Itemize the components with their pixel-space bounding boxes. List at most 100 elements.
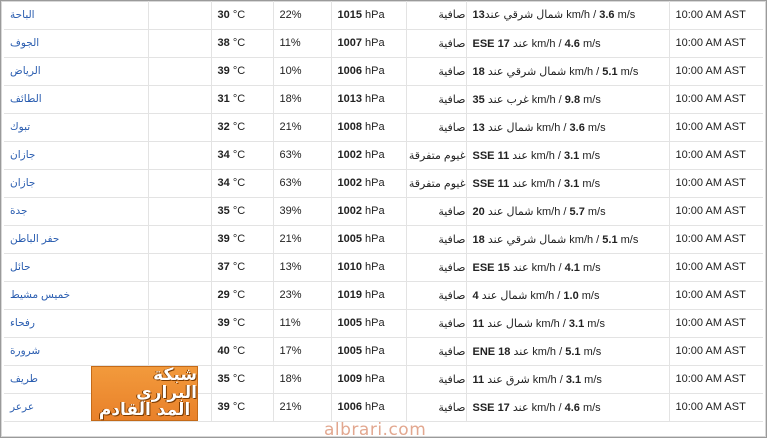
- network-logo-stamp: شبكة البراري المد القادم: [91, 366, 198, 421]
- wind-ms-unit: m/s: [617, 233, 639, 246]
- observation-time-cell: 10:00 AM AST: [669, 197, 763, 226]
- table-row: الرياض 39 °C 10% 1006 hPa صافية 18 شمال شرقي …: [4, 57, 763, 86]
- humidity-cell: 21%: [273, 393, 332, 422]
- humidity-cell: 23%: [273, 281, 332, 310]
- wind-cell: 20 شمال عند km/h / 5.7 m/s: [466, 197, 670, 226]
- wind-direction-text: غرب عند km/h /: [484, 93, 565, 106]
- city-cell: شرورة: [4, 337, 149, 366]
- pressure-value: 1008: [337, 121, 362, 133]
- pressure-unit: hPa: [365, 177, 385, 189]
- empty-cell: [148, 169, 212, 198]
- pressure-value: 1009: [337, 373, 362, 385]
- humidity-value: 11%: [279, 37, 301, 49]
- city-cell: حائل: [4, 253, 149, 282]
- city-link[interactable]: خميس مشيط: [10, 289, 70, 301]
- temperature-unit: °C: [232, 65, 246, 77]
- pressure-unit: hPa: [365, 289, 385, 301]
- condition-cell: صافية: [406, 225, 467, 254]
- humidity-cell: 39%: [273, 197, 332, 226]
- empty-cell: [148, 141, 212, 170]
- wind-speed-kmh: 11: [472, 373, 485, 386]
- wind-speed-kmh: ENE 18: [472, 345, 511, 358]
- city-link[interactable]: الطائف: [10, 93, 42, 105]
- observation-time: 10:00 AM AST: [675, 233, 746, 245]
- city-link[interactable]: جازان: [10, 149, 35, 161]
- observation-time: 10:00 AM AST: [675, 401, 746, 413]
- city-cell: جازان: [4, 169, 149, 198]
- pressure-unit: hPa: [365, 317, 385, 329]
- city-cell: حفر الباطن: [4, 225, 149, 254]
- empty-cell: [148, 281, 212, 310]
- observation-time: 10:00 AM AST: [675, 37, 746, 49]
- wind-speed-ms: 3.6: [599, 9, 615, 22]
- humidity-value: 63%: [279, 177, 302, 189]
- observation-time-cell: 10:00 AM AST: [669, 309, 763, 338]
- temperature-cell: 29 °C: [211, 281, 274, 310]
- stamp-line-2: المد القادم: [98, 400, 191, 421]
- city-link[interactable]: حفر الباطن: [10, 233, 59, 245]
- observation-time-cell: 10:00 AM AST: [669, 281, 763, 310]
- wind-direction-text: عند km/h /: [509, 401, 565, 414]
- pressure-unit: hPa: [365, 401, 385, 413]
- temperature-unit: °C: [232, 401, 246, 413]
- temperature-unit: °C: [232, 289, 246, 301]
- city-link[interactable]: جدة: [10, 205, 28, 217]
- temperature-cell: 39 °C: [211, 309, 274, 338]
- humidity-cell: 18%: [273, 365, 332, 394]
- city-link[interactable]: رفحاء: [10, 317, 35, 329]
- wind-speed-kmh: 20: [472, 205, 485, 218]
- city-cell: الطائف: [4, 85, 149, 114]
- condition-cell: صافية: [406, 85, 467, 114]
- humidity-cell: 63%: [273, 169, 332, 198]
- temperature-value: 38: [217, 37, 230, 49]
- pressure-cell: 1006 hPa: [331, 393, 407, 422]
- condition-text: صافية: [438, 261, 466, 274]
- empty-cell: [148, 1, 212, 30]
- condition-text: صافية: [438, 373, 466, 386]
- temperature-cell: 35 °C: [211, 365, 274, 394]
- pressure-unit: hPa: [365, 261, 385, 273]
- city-link[interactable]: تبوك: [10, 121, 30, 133]
- wind-speed-ms: 3.1: [565, 373, 582, 386]
- city-link[interactable]: عرعر: [10, 401, 34, 413]
- empty-cell: [148, 197, 212, 226]
- observation-time: 10:00 AM AST: [675, 8, 746, 21]
- table-row: حفر الباطن 39 °C 21% 1005 hPa صافية 18 شمال ش…: [4, 225, 763, 254]
- pressure-unit: hPa: [365, 65, 385, 77]
- temperature-cell: 38 °C: [211, 29, 274, 58]
- wind-ms-unit: m/s: [579, 177, 601, 190]
- observation-time-cell: 10:00 AM AST: [669, 337, 763, 366]
- wind-direction-text: شرق عند km/h /: [484, 373, 566, 386]
- wind-cell: ESE 17 عند km/h / 4.6 m/s: [466, 29, 670, 58]
- city-link[interactable]: الرياض: [10, 65, 41, 77]
- observation-time-cell: 10:00 AM AST: [669, 365, 763, 394]
- empty-cell: [148, 337, 212, 366]
- humidity-value: 18%: [279, 373, 302, 385]
- city-link[interactable]: الباحة: [10, 9, 35, 21]
- temperature-cell: 39 °C: [211, 57, 274, 86]
- temperature-cell: 34 °C: [211, 169, 274, 198]
- wind-speed-kmh: 13: [472, 121, 485, 134]
- wind-speed-kmh: 18: [472, 65, 485, 78]
- pressure-cell: 1015 hPa: [331, 1, 407, 30]
- condition-cell: غيوم متفرقة: [406, 169, 467, 198]
- pressure-value: 1010: [337, 261, 362, 273]
- city-link[interactable]: حائل: [10, 261, 31, 273]
- city-link[interactable]: طريف: [10, 373, 38, 385]
- temperature-unit: °C: [232, 317, 246, 329]
- temperature-cell: 34 °C: [211, 141, 274, 170]
- temperature-value: 32: [217, 121, 230, 133]
- condition-text: صافية: [438, 65, 466, 78]
- humidity-value: 18%: [279, 93, 302, 105]
- observation-time-cell: 10:00 AM AST: [669, 1, 763, 30]
- temperature-value: 34: [217, 177, 230, 189]
- city-link[interactable]: شرورة: [10, 345, 40, 357]
- temperature-value: 29: [217, 289, 230, 301]
- wind-speed-kmh: 35: [472, 93, 485, 106]
- pressure-cell: 1006 hPa: [331, 57, 407, 86]
- city-link[interactable]: الجوف: [10, 37, 39, 49]
- condition-text: صافية: [438, 121, 466, 134]
- table-row: شرورة 40 °C 17% 1005 hPa صافية ENE 18 عند km/…: [4, 337, 763, 366]
- city-link[interactable]: جازان: [10, 177, 35, 189]
- pressure-value: 1005: [337, 317, 362, 329]
